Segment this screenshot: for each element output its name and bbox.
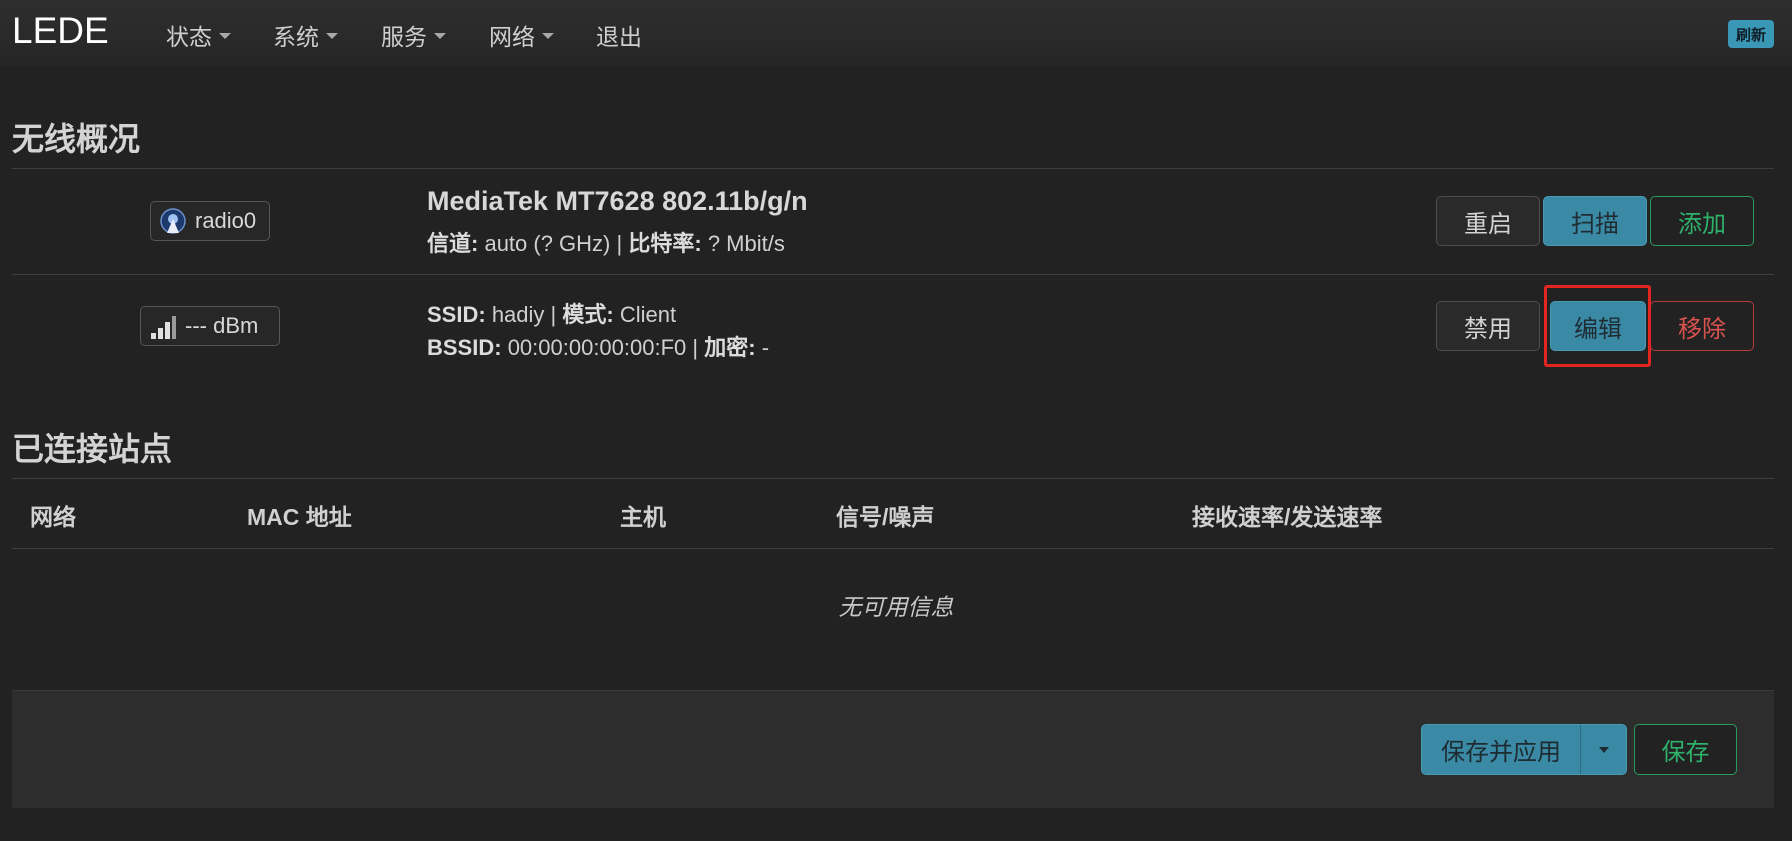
divider xyxy=(12,478,1774,479)
radio-name: radio0 xyxy=(195,208,257,233)
brand-logo[interactable]: LEDE xyxy=(12,10,109,52)
refresh-badge[interactable]: 刷新 xyxy=(1728,20,1774,48)
nav-services-menu[interactable]: 服务 xyxy=(381,18,446,52)
encryption-value: - xyxy=(761,335,770,360)
disable-button[interactable]: 禁用 xyxy=(1436,301,1540,351)
navbar: LEDE 状态 系统 服务 网络 退出 刷新 xyxy=(0,0,1792,66)
nav-logout[interactable]: 退出 xyxy=(596,18,642,52)
scan-button[interactable]: 扫描 xyxy=(1543,196,1647,246)
encryption-label: 加密: xyxy=(704,335,756,360)
connected-stations-title: 已连接站点 xyxy=(12,430,173,468)
channel-label: 信道: xyxy=(427,231,479,256)
signal-strength-icon xyxy=(149,312,177,340)
divider xyxy=(12,274,1774,275)
radio-badge: radio0 xyxy=(150,201,270,241)
save-apply-button[interactable]: 保存并应用 xyxy=(1422,725,1581,774)
ssid-label: SSID: xyxy=(427,302,486,327)
bssid-label: BSSID: xyxy=(427,335,502,360)
device-info: 信道: auto (? GHz) | 比特率: ? Mbit/s xyxy=(427,226,785,258)
save-button[interactable]: 保存 xyxy=(1634,724,1737,775)
nav-item-label: 状态 xyxy=(166,25,212,51)
nav-system-menu[interactable]: 系统 xyxy=(273,18,338,52)
remove-button[interactable]: 移除 xyxy=(1650,301,1754,351)
separator: | xyxy=(692,335,699,360)
nav-network-menu[interactable]: 网络 xyxy=(489,18,554,52)
column-header-network: 网络 xyxy=(30,504,76,530)
wireless-overview-title: 无线概况 xyxy=(12,120,141,158)
divider xyxy=(12,548,1774,549)
save-apply-split-button: 保存并应用 xyxy=(1421,724,1627,775)
bssid-value: 00:00:00:00:00:F0 xyxy=(507,335,687,360)
bitrate-label: 比特率: xyxy=(628,231,702,256)
wifi-radio-icon xyxy=(159,207,187,235)
column-header-signal-noise: 信号/噪声 xyxy=(836,504,935,530)
device-name: MediaTek MT7628 802.11b/g/n xyxy=(427,186,808,216)
add-button[interactable]: 添加 xyxy=(1650,196,1754,246)
network-info-line1: SSID: hadiy | 模式: Client xyxy=(427,297,676,329)
nav-status-menu[interactable]: 状态 xyxy=(166,18,231,52)
column-header-host: 主机 xyxy=(620,504,666,530)
column-header-mac: MAC 地址 xyxy=(247,504,352,530)
signal-value: --- dBm xyxy=(185,313,259,338)
column-header-rx-tx-rate: 接收速率/发送速率 xyxy=(1192,504,1383,530)
chevron-down-icon xyxy=(219,33,231,39)
restart-button[interactable]: 重启 xyxy=(1436,196,1540,246)
save-apply-dropdown-toggle[interactable] xyxy=(1581,725,1626,774)
network-info-line2: BSSID: 00:00:00:00:00:F0 | 加密: - xyxy=(427,330,769,362)
caret-down-icon xyxy=(1598,746,1609,753)
separator: | xyxy=(616,231,623,256)
chevron-down-icon xyxy=(326,33,338,39)
nav-item-label: 系统 xyxy=(273,25,319,51)
highlight-box xyxy=(1544,285,1651,367)
empty-table-message: 无可用信息 xyxy=(838,595,954,621)
separator: | xyxy=(550,302,557,327)
channel-value: auto (? GHz) xyxy=(484,231,611,256)
nav-item-label: 服务 xyxy=(381,25,427,51)
nav-item-label: 网络 xyxy=(489,25,535,51)
mode-label: 模式: xyxy=(562,302,614,327)
chevron-down-icon xyxy=(542,33,554,39)
divider xyxy=(12,168,1774,169)
nav-item-label: 退出 xyxy=(596,25,642,51)
ssid-value: hadiy xyxy=(491,302,545,327)
bitrate-value: ? Mbit/s xyxy=(707,231,785,256)
chevron-down-icon xyxy=(434,33,446,39)
signal-badge: --- dBm xyxy=(140,306,280,346)
mode-value: Client xyxy=(619,302,677,327)
